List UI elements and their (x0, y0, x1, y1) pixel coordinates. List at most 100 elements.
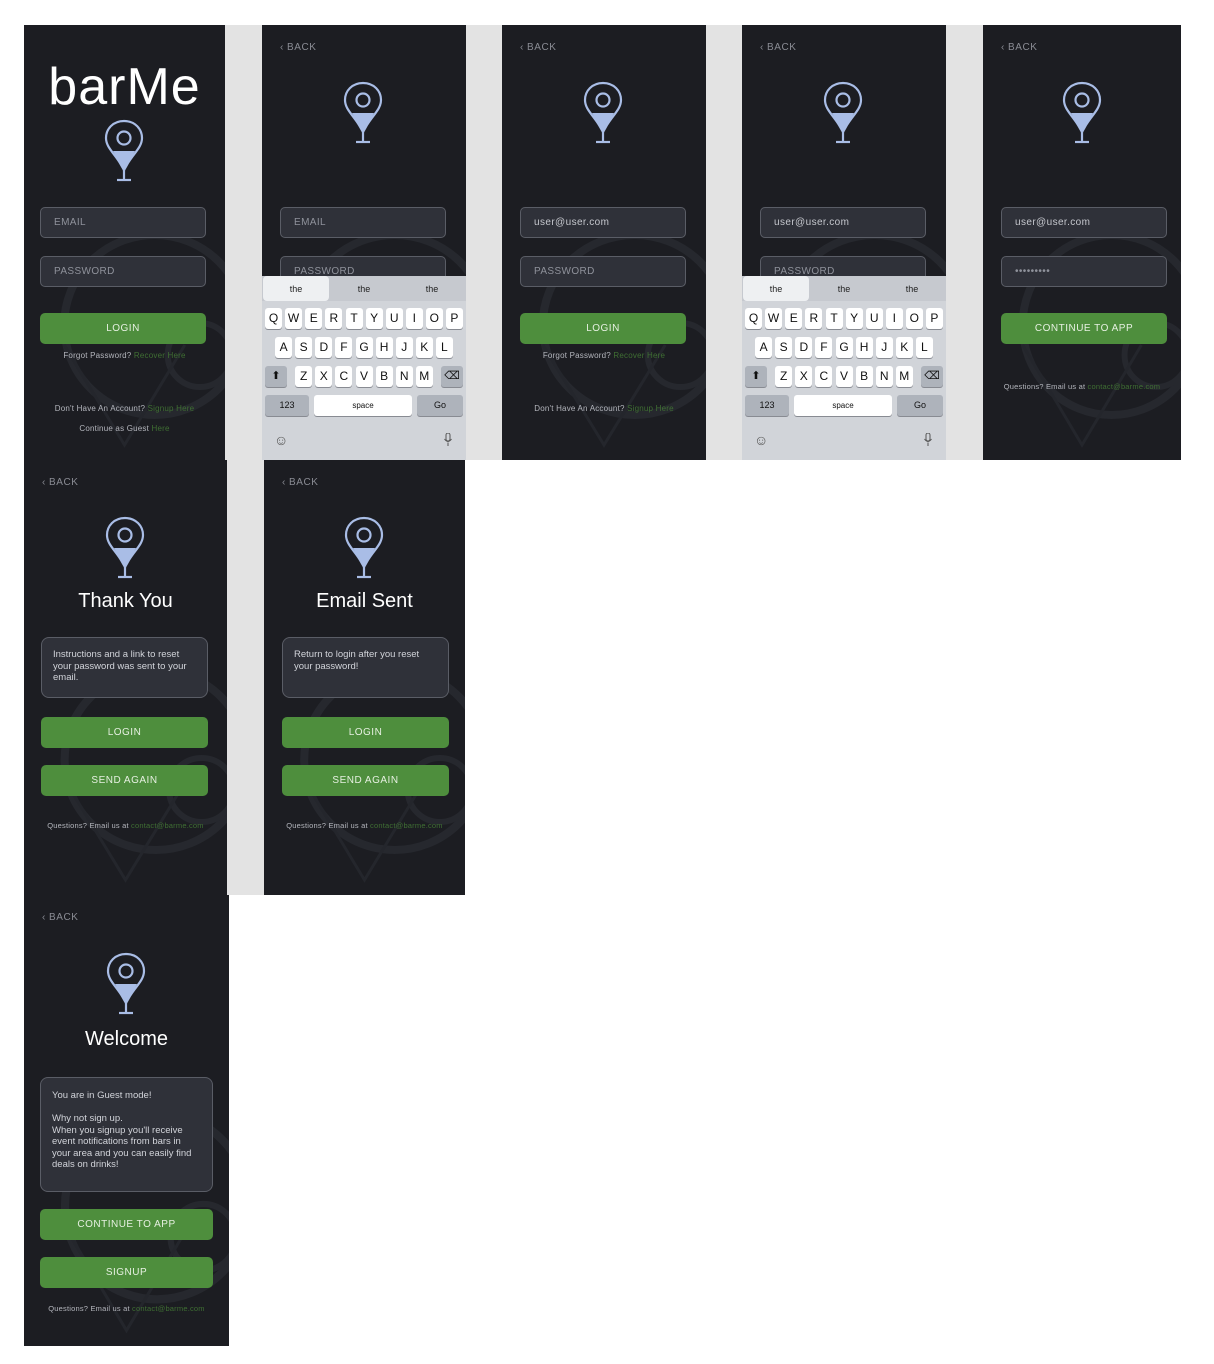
contact-email-link[interactable]: contact@barme.com (1088, 382, 1161, 391)
microphone-icon[interactable] (924, 432, 932, 447)
back-button[interactable]: ‹ BACK (520, 42, 557, 53)
suggestion-item[interactable]: the (879, 276, 945, 301)
key-f[interactable]: F (815, 337, 833, 358)
suggestion-item[interactable]: the (331, 276, 397, 301)
microphone-icon[interactable] (444, 432, 452, 447)
key-k[interactable]: K (895, 337, 913, 358)
key-w[interactable]: W (285, 308, 303, 329)
signup-link[interactable]: Signup Here (627, 404, 674, 413)
shift-icon[interactable]: ⬆ (745, 366, 767, 387)
contact-email-link[interactable]: contact@barme.com (131, 821, 204, 830)
key-n[interactable]: N (395, 366, 413, 387)
back-button[interactable]: ‹ BACK (280, 42, 317, 53)
key-j[interactable]: J (875, 337, 893, 358)
key-x[interactable]: X (315, 366, 333, 387)
key-q[interactable]: Q (265, 308, 282, 329)
key-r[interactable]: R (325, 308, 343, 329)
login-button[interactable]: LOGIN (41, 717, 208, 748)
go-key[interactable]: Go (897, 395, 943, 416)
key-w[interactable]: W (765, 308, 783, 329)
key-e[interactable]: E (305, 308, 323, 329)
emoji-icon[interactable]: ☺ (274, 432, 288, 448)
login-button[interactable]: LOGIN (282, 717, 449, 748)
key-p[interactable]: P (445, 308, 463, 329)
suggestion-item[interactable]: the (811, 276, 877, 301)
key-m[interactable]: M (895, 366, 913, 387)
key-t[interactable]: T (825, 308, 843, 329)
key-g[interactable]: G (835, 337, 853, 358)
key-d[interactable]: D (315, 337, 333, 358)
email-input[interactable]: user@user.com (520, 207, 686, 238)
key-s[interactable]: S (295, 337, 313, 358)
key-r[interactable]: R (805, 308, 823, 329)
key-l[interactable]: L (915, 337, 933, 358)
numbers-key[interactable]: 123 (265, 395, 309, 416)
keyboard[interactable]: the the the Q W E R T Y U I O P A S D F G H J K L ⬆ Z X C V B N M ⌫ 123… (742, 276, 946, 460)
key-q[interactable]: Q (745, 308, 762, 329)
space-key[interactable]: space (794, 395, 892, 416)
key-a[interactable]: A (275, 337, 293, 358)
back-button[interactable]: ‹ BACK (282, 477, 319, 488)
send-again-button[interactable]: SEND AGAIN (41, 765, 208, 796)
keyboard[interactable]: the the the Q W E R T Y U I O P A S D F G H J K L ⬆ Z X C V B N M ⌫ 123… (262, 276, 466, 460)
key-i[interactable]: I (885, 308, 903, 329)
key-p[interactable]: P (925, 308, 943, 329)
email-input[interactable]: user@user.com (1001, 207, 1167, 238)
key-u[interactable]: U (865, 308, 883, 329)
continue-to-app-button[interactable]: CONTINUE TO APP (40, 1209, 213, 1240)
emoji-icon[interactable]: ☺ (754, 432, 768, 448)
password-input[interactable]: PASSWORD (40, 256, 206, 287)
key-m[interactable]: M (415, 366, 433, 387)
back-button[interactable]: ‹ BACK (1001, 42, 1038, 53)
go-key[interactable]: Go (417, 395, 463, 416)
key-h[interactable]: H (375, 337, 393, 358)
numbers-key[interactable]: 123 (745, 395, 789, 416)
key-c[interactable]: C (335, 366, 353, 387)
key-k[interactable]: K (415, 337, 433, 358)
key-u[interactable]: U (385, 308, 403, 329)
key-y[interactable]: Y (365, 308, 383, 329)
key-b[interactable]: B (375, 366, 393, 387)
key-o[interactable]: O (425, 308, 443, 329)
key-x[interactable]: X (795, 366, 813, 387)
recover-link[interactable]: Recover Here (134, 351, 186, 360)
key-h[interactable]: H (855, 337, 873, 358)
key-z[interactable]: Z (295, 366, 313, 387)
signup-link[interactable]: Signup Here (148, 404, 195, 413)
login-button[interactable]: LOGIN (520, 313, 686, 344)
suggestion-item[interactable]: the (399, 276, 465, 301)
key-y[interactable]: Y (845, 308, 863, 329)
suggestion-item[interactable]: the (743, 276, 809, 301)
key-j[interactable]: J (395, 337, 413, 358)
key-l[interactable]: L (435, 337, 453, 358)
back-button[interactable]: ‹ BACK (42, 912, 79, 923)
password-input[interactable]: ••••••••• (1001, 256, 1167, 287)
login-button[interactable]: LOGIN (40, 313, 206, 344)
signup-button[interactable]: SIGNUP (40, 1257, 213, 1288)
key-t[interactable]: T (345, 308, 363, 329)
key-i[interactable]: I (405, 308, 423, 329)
contact-email-link[interactable]: contact@barme.com (370, 821, 443, 830)
back-button[interactable]: ‹ BACK (760, 42, 797, 53)
send-again-button[interactable]: SEND AGAIN (282, 765, 449, 796)
password-input[interactable]: PASSWORD (520, 256, 686, 287)
space-key[interactable]: space (314, 395, 412, 416)
key-v[interactable]: V (355, 366, 373, 387)
key-z[interactable]: Z (775, 366, 793, 387)
email-input[interactable]: user@user.com (760, 207, 926, 238)
key-b[interactable]: B (855, 366, 873, 387)
backspace-icon[interactable]: ⌫ (441, 366, 463, 387)
back-button[interactable]: ‹ BACK (42, 477, 79, 488)
key-n[interactable]: N (875, 366, 893, 387)
suggestion-item[interactable]: the (263, 276, 329, 301)
key-s[interactable]: S (775, 337, 793, 358)
key-g[interactable]: G (355, 337, 373, 358)
key-a[interactable]: A (755, 337, 773, 358)
email-input[interactable]: EMAIL (280, 207, 446, 238)
key-o[interactable]: O (905, 308, 923, 329)
continue-to-app-button[interactable]: CONTINUE TO APP (1001, 313, 1167, 344)
shift-icon[interactable]: ⬆ (265, 366, 287, 387)
backspace-icon[interactable]: ⌫ (921, 366, 943, 387)
key-c[interactable]: C (815, 366, 833, 387)
key-v[interactable]: V (835, 366, 853, 387)
